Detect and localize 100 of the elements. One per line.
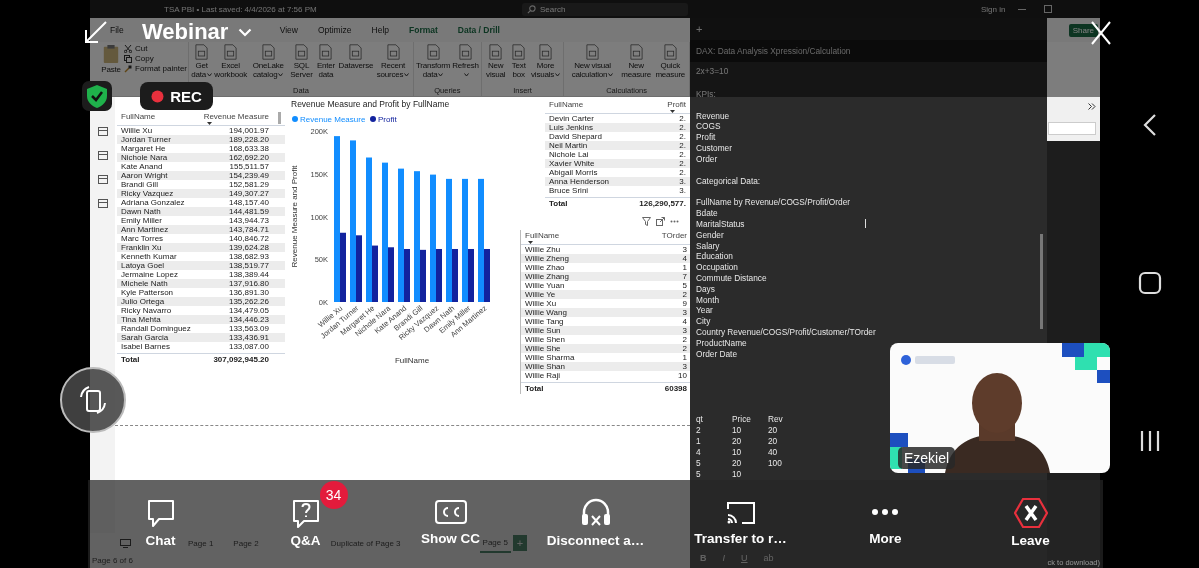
- input-field[interactable]: [1048, 122, 1096, 135]
- expand-icon[interactable]: [1088, 103, 1096, 110]
- ribbon-button[interactable]: Refresh: [451, 43, 480, 86]
- column-header[interactable]: TOrder: [661, 231, 687, 240]
- table-cell: Willie Zhu: [525, 245, 561, 254]
- table-cell: 134,479.05: [228, 306, 269, 315]
- text-cell-text: Price: [732, 414, 752, 426]
- control-button[interactable]: Disconnect a…: [546, 497, 645, 548]
- table-cell: 3: [682, 245, 687, 254]
- table-cell: Franklin Xu: [121, 243, 162, 252]
- back-icon[interactable]: [1141, 113, 1158, 137]
- meeting-title[interactable]: Webinar: [142, 19, 229, 45]
- control-button[interactable]: Q&A: [289, 497, 322, 548]
- ribbon-button[interactable]: Text box: [508, 43, 529, 86]
- ribbon-button[interactable]: Quick measure: [652, 43, 688, 86]
- table-cell: Willie Ye: [525, 290, 556, 299]
- clipboard-button[interactable]: Copy: [124, 54, 188, 63]
- sort-icon: [528, 241, 533, 244]
- ribbon-button[interactable]: SQL Server: [288, 43, 315, 86]
- minimize-icon[interactable]: [82, 20, 108, 46]
- ribbon-button[interactable]: New visual calculation: [565, 43, 620, 86]
- table-cell: Luis Jenkins: [549, 123, 594, 132]
- table-cell: Jermaine Lopez: [121, 270, 178, 279]
- table-cell: 7: [682, 272, 687, 281]
- chevron-down-icon: [608, 73, 614, 77]
- ribbon-button[interactable]: OneLake catalog: [247, 43, 289, 86]
- ribbon-button[interactable]: New visual: [482, 43, 509, 86]
- table-cell: Emily Miller: [121, 216, 162, 225]
- count-badge: 34: [319, 481, 348, 509]
- more-icon[interactable]: [670, 220, 679, 223]
- table-cell: 140,846.72: [228, 234, 269, 243]
- view-icon[interactable]: [97, 151, 108, 160]
- share-button[interactable]: Share: [1068, 23, 1098, 37]
- menu-tab[interactable]: Optimize: [318, 25, 352, 35]
- new-tab-button[interactable]: +: [696, 23, 703, 35]
- table-cell: 133,087.00: [228, 342, 269, 351]
- text-line: FullName by Revenue/COGS/Profit/Order: [696, 197, 850, 208]
- focus-mode-icon[interactable]: [656, 217, 665, 226]
- recent-apps-icon[interactable]: [1138, 429, 1161, 453]
- text-cell-text: 20: [732, 436, 743, 448]
- view-icon[interactable]: [97, 175, 108, 184]
- table-cell: 133,563.09: [228, 324, 269, 333]
- ribbon-button[interactable]: Dataverse: [337, 43, 375, 86]
- table-cell: 138,519.77: [228, 261, 269, 270]
- table-cell: 2.: [679, 132, 686, 141]
- column-header[interactable]: FullName: [549, 100, 584, 109]
- menu-tab[interactable]: Help: [371, 25, 389, 35]
- control-button[interactable]: More: [869, 497, 902, 546]
- text-line: Order Date: [696, 348, 738, 359]
- ribbon-button[interactable]: Excel workbook: [213, 43, 248, 86]
- table-cell: Julio Ortega: [121, 297, 165, 306]
- table-cell: 3: [682, 362, 687, 371]
- column-header[interactable]: FullName: [121, 112, 156, 121]
- column-header[interactable]: FullName: [525, 231, 560, 240]
- table-cell: 143,784.71: [228, 225, 269, 234]
- view-icon[interactable]: [97, 199, 108, 208]
- menu-tab[interactable]: View: [279, 25, 298, 35]
- text-line: Profit: [696, 132, 716, 143]
- menu-tab[interactable]: File: [110, 25, 124, 35]
- notepad-title: DAX: Data Analysis Xpression/Calculation: [696, 46, 851, 56]
- column-header[interactable]: Profit: [667, 100, 686, 109]
- ribbon-button[interactable]: Enter data: [314, 43, 338, 86]
- copy-icon: [124, 54, 132, 63]
- ribbon-button[interactable]: More visuals: [528, 43, 563, 86]
- window-title: TSA PBI • Last saved: 4/4/2026 at 7:56 PM: [164, 4, 318, 14]
- text-cell-text: 20: [732, 458, 743, 470]
- text-line: COGS: [696, 121, 721, 132]
- menu-tab[interactable]: Data / Drill: [457, 25, 500, 35]
- column-header[interactable]: Revenue Measure: [203, 112, 269, 121]
- table-cell: Neil Martin: [549, 141, 588, 150]
- table-cell: 2.: [679, 123, 686, 132]
- paste-button[interactable]: Paste: [98, 43, 124, 75]
- total-cell: 126,290,577.: [639, 199, 686, 208]
- scrollbar[interactable]: [1040, 234, 1043, 329]
- control-button[interactable]: Show CC: [420, 497, 481, 546]
- table-cell: Willie Wang: [525, 308, 567, 317]
- maximize-icon[interactable]: [1044, 5, 1053, 13]
- table-cell: 2.: [679, 159, 686, 168]
- clipboard-button[interactable]: Cut: [124, 44, 188, 53]
- sign-in-link[interactable]: Sign in: [981, 4, 1006, 14]
- view-icon[interactable]: [97, 127, 108, 136]
- menu-tab[interactable]: Format: [409, 25, 438, 35]
- scrollbar[interactable]: [278, 112, 281, 124]
- clipboard-button[interactable]: Format painter: [124, 64, 188, 73]
- control-button[interactable]: Leave: [1011, 497, 1050, 548]
- text-line: Occupation: [696, 262, 738, 273]
- home-icon[interactable]: [1137, 271, 1162, 295]
- control-button[interactable]: Chat: [144, 497, 177, 548]
- ribbon-button[interactable]: Recent sources: [374, 43, 412, 86]
- chevron-down-icon[interactable]: [238, 27, 253, 37]
- table-cell: Kate Anand: [121, 162, 163, 171]
- text-cell-text: 2: [696, 425, 702, 437]
- control-button[interactable]: Transfer to r…: [694, 497, 787, 546]
- filter-icon[interactable]: [642, 217, 651, 226]
- ribbon-button[interactable]: New measure: [619, 43, 653, 86]
- ribbon-button[interactable]: Get data: [190, 43, 214, 86]
- ribbon-button[interactable]: Transform data: [414, 43, 452, 86]
- shield-icon[interactable]: [82, 81, 112, 111]
- table-cell: 133,436.91: [228, 333, 269, 342]
- search-field[interactable]: Search: [522, 2, 688, 16]
